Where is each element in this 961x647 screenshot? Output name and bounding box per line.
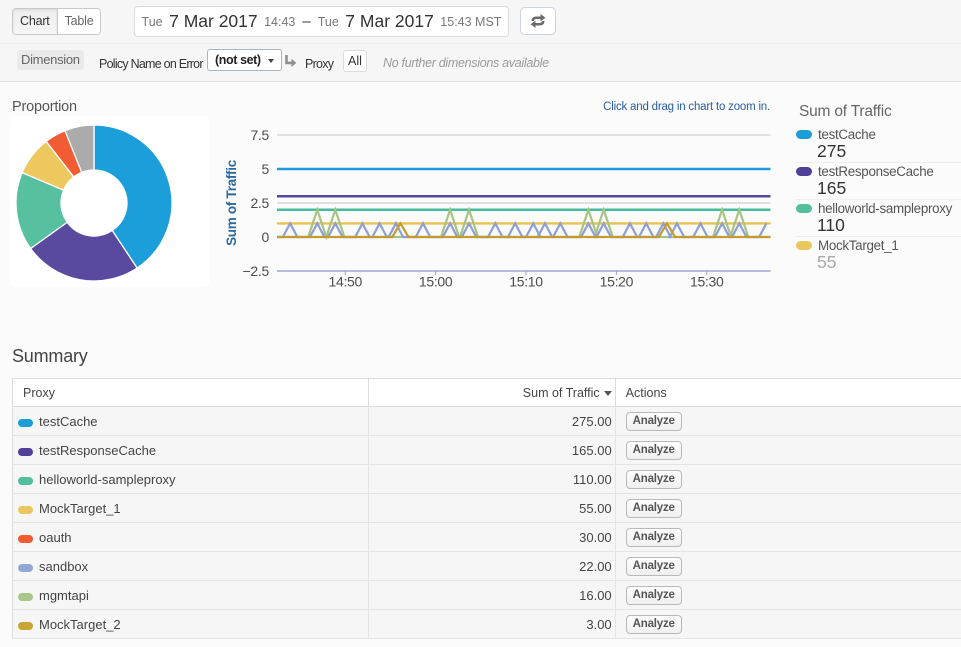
svg-text:15:20: 15:20 [600, 274, 634, 290]
svg-text:15:00: 15:00 [419, 274, 453, 290]
svg-text:14:50: 14:50 [328, 274, 362, 290]
svg-text:−2.5: −2.5 [243, 263, 270, 279]
svg-text:7.5: 7.5 [250, 127, 269, 143]
svg-text:Sum of Traffic: Sum of Traffic [224, 159, 239, 246]
svg-text:15:30: 15:30 [690, 274, 724, 290]
svg-text:5: 5 [262, 161, 270, 177]
svg-text:2.5: 2.5 [250, 195, 269, 211]
svg-text:15:10: 15:10 [509, 274, 543, 290]
svg-text:0: 0 [262, 229, 270, 245]
